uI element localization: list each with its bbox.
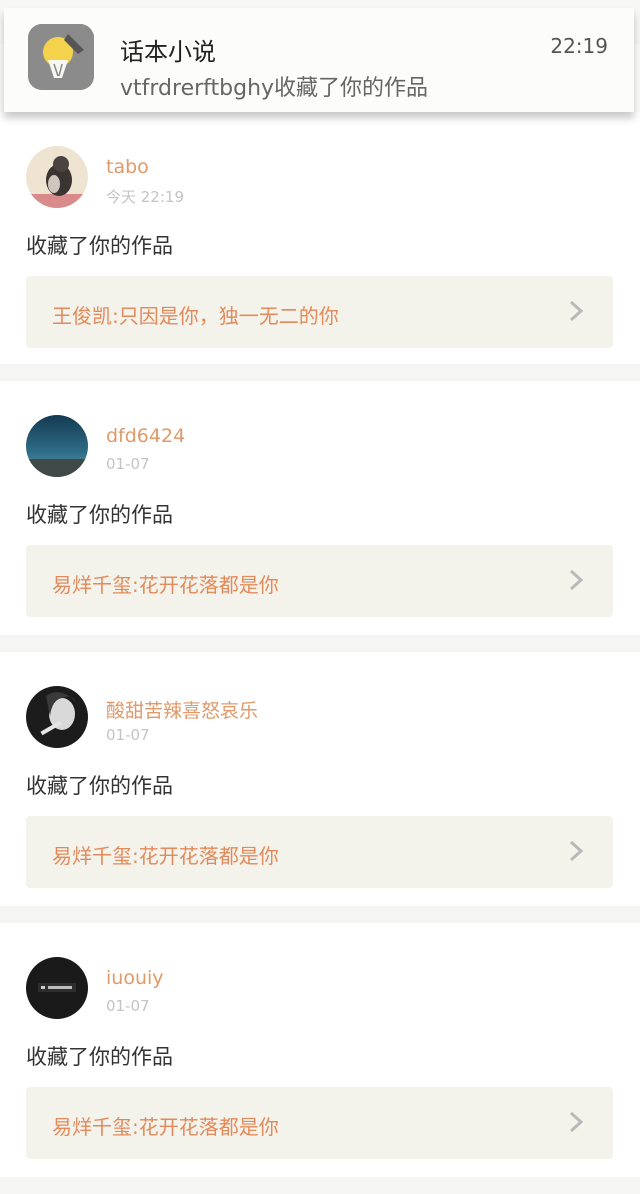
work-title: 易烊千玺:花开花落都是你 [52, 1115, 279, 1139]
notification-app-name: 话本小说 [120, 38, 216, 66]
username[interactable]: dfd6424 [106, 425, 185, 447]
username[interactable]: tabo [106, 156, 149, 178]
list-item: iuouiy 01-07 收藏了你的作品 易烊千玺:花开花落都是你 [0, 923, 640, 1177]
work-title: 王俊凯:只因是你，独一无二的你 [52, 304, 339, 328]
avatar[interactable] [26, 686, 88, 748]
timestamp: 01-07 [106, 455, 150, 473]
push-notification[interactable]: 话本小说 22:19 vtfrdrerftbghy收藏了你的作品 [4, 8, 634, 112]
list-item: 酸甜苦辣喜怒哀乐 01-07 收藏了你的作品 易烊千玺:花开花落都是你 [0, 652, 640, 906]
avatar[interactable] [26, 957, 88, 1019]
activity-feed: tabo 今天 22:19 收藏了你的作品 王俊凯:只因是你，独一无二的你 df… [0, 112, 640, 1194]
timestamp: 今天 22:19 [106, 188, 184, 206]
timestamp: 01-07 [106, 997, 150, 1015]
work-title: 易烊千玺:花开花落都是你 [52, 573, 279, 597]
work-link[interactable]: 王俊凯:只因是你，独一无二的你 [26, 276, 613, 348]
list-item: tabo 今天 22:19 收藏了你的作品 王俊凯:只因是你，独一无二的你 [0, 112, 640, 364]
action-text: 收藏了你的作品 [26, 774, 173, 798]
chevron-right-icon [565, 567, 587, 593]
chevron-right-icon [565, 838, 587, 864]
chevron-right-icon [565, 298, 587, 324]
action-text: 收藏了你的作品 [26, 1045, 173, 1069]
action-text: 收藏了你的作品 [26, 234, 173, 258]
work-link[interactable]: 易烊千玺:花开花落都是你 [26, 1087, 613, 1159]
work-title: 易烊千玺:花开花落都是你 [52, 844, 279, 868]
avatar[interactable] [26, 415, 88, 477]
timestamp: 01-07 [106, 726, 150, 744]
work-link[interactable]: 易烊千玺:花开花落都是你 [26, 545, 613, 617]
action-text: 收藏了你的作品 [26, 503, 173, 527]
username[interactable]: iuouiy [106, 967, 164, 989]
list-item: dfd6424 01-07 收藏了你的作品 易烊千玺:花开花落都是你 [0, 381, 640, 635]
chevron-right-icon [565, 1109, 587, 1135]
avatar[interactable] [26, 146, 88, 208]
work-link[interactable]: 易烊千玺:花开花落都是你 [26, 816, 613, 888]
username[interactable]: 酸甜苦辣喜怒哀乐 [106, 696, 258, 723]
notification-time: 22:19 [550, 34, 608, 58]
notification-message: vtfrdrerftbghy收藏了你的作品 [120, 76, 429, 101]
app-icon [28, 24, 94, 90]
